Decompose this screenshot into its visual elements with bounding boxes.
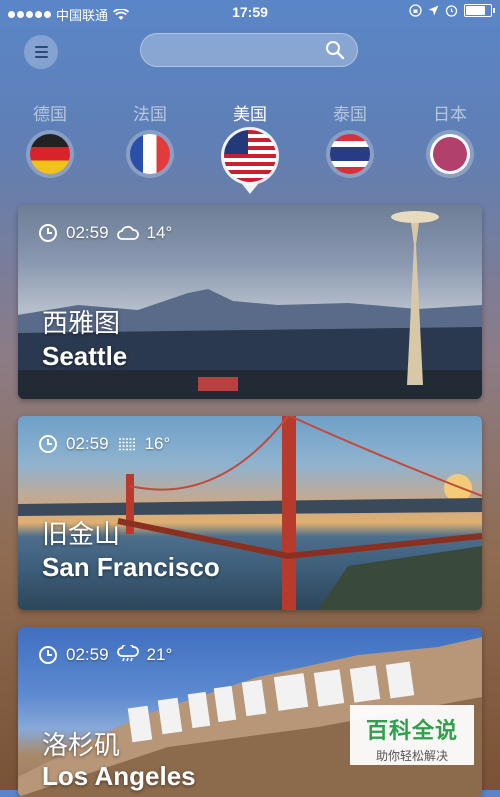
country-tab-usa[interactable]: 美国	[210, 100, 290, 194]
alarm-clock-icon	[445, 5, 458, 17]
clock-icon	[39, 646, 57, 664]
country-label: 德国	[33, 105, 67, 124]
city-meta: 02:59 16°	[38, 434, 170, 454]
local-time: 02:59	[66, 645, 109, 664]
menu-icon-line	[34, 56, 48, 58]
city-name-en: Los Angeles	[42, 761, 196, 791]
watermark-title: 百科全说	[365, 718, 458, 743]
cloud-icon	[116, 225, 139, 240]
local-time: 02:59	[66, 434, 109, 453]
watermark-subtitle: 助你轻松解决	[375, 749, 448, 763]
country-tab-germany[interactable]: 德国	[10, 100, 90, 178]
city-card-seattle[interactable]: 02:59 14° 西雅图 Seattle	[18, 205, 482, 399]
japan-flag-icon	[430, 134, 470, 174]
country-tab-thailand[interactable]: 泰国	[310, 100, 390, 178]
menu-icon-line	[34, 46, 48, 48]
rain-cloud-icon	[116, 645, 139, 662]
flag-frame	[221, 127, 279, 194]
search-input[interactable]	[155, 40, 319, 62]
country-label: 泰国	[333, 105, 367, 124]
search-bar[interactable]	[140, 33, 358, 67]
thailand-flag-icon	[330, 134, 370, 174]
search-icon[interactable]	[325, 40, 345, 60]
city-name-cn: 西雅图	[42, 308, 121, 338]
flag-frame	[326, 130, 374, 178]
temperature: 21°	[146, 645, 173, 664]
city-meta: 02:59 21°	[38, 645, 172, 665]
germany-flag-icon	[30, 134, 70, 174]
fog-icon	[118, 438, 135, 451]
battery-icon	[464, 4, 495, 17]
country-label: 日本	[433, 105, 467, 124]
menu-icon-line	[34, 51, 48, 53]
local-time: 02:59	[66, 223, 109, 242]
city-card-san-francisco[interactable]: 02:59 16° 旧金山 San Francisco	[18, 416, 482, 610]
rotation-lock-icon	[409, 4, 422, 17]
flag-frame	[126, 130, 174, 178]
city-name-cn: 旧金山	[42, 519, 121, 549]
flag-frame	[26, 130, 74, 178]
status-bar: 中国联通 17:59	[0, 0, 500, 26]
menu-button[interactable]	[24, 35, 58, 69]
clock-icon	[39, 435, 57, 453]
clock-icon	[39, 224, 57, 242]
flag-frame	[426, 130, 474, 178]
status-right	[409, 4, 495, 17]
france-flag-icon	[130, 134, 170, 174]
city-name-cn: 洛杉矶	[42, 730, 121, 760]
location-arrow-icon	[428, 5, 439, 16]
usa-flag-icon	[224, 130, 276, 182]
country-tab-france[interactable]: 法国	[110, 100, 190, 178]
country-label: 法国	[133, 105, 167, 124]
temperature: 16°	[144, 434, 171, 453]
city-name-en: San Francisco	[42, 552, 220, 582]
temperature: 14°	[146, 223, 173, 242]
city-name-en: Seattle	[42, 341, 128, 371]
country-tab-japan[interactable]: 日本	[410, 100, 490, 178]
watermark-badge: 百科全说 助你轻松解决	[350, 705, 474, 765]
city-meta: 02:59 14°	[38, 223, 172, 243]
country-label: 美国	[233, 105, 267, 124]
